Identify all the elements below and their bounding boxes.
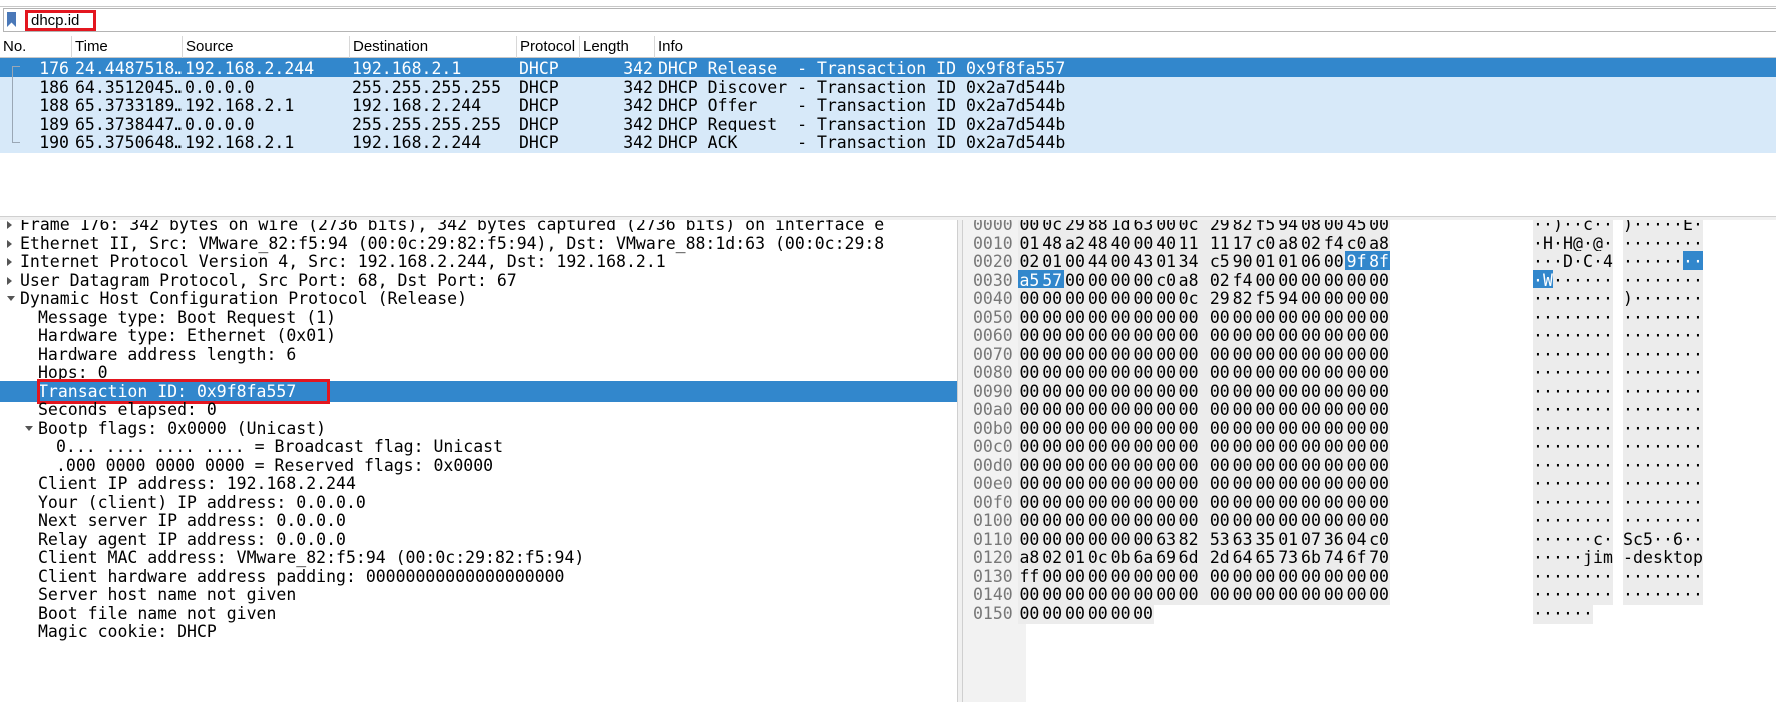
ascii-char[interactable]: · bbox=[1583, 602, 1593, 624]
expand-arrow-right-icon[interactable] bbox=[7, 276, 12, 285]
packet-bytes-pane: 0000 00 0c 29 88 1d 63 00 0c 29 82 f5 94 08 00 45 00 · ·) ·… bbox=[963, 220, 1776, 702]
expand-arrow-down-icon[interactable] bbox=[25, 425, 33, 431]
packet-details-pane: Frame 176: 342 bytes on wire (2736 bits)… bbox=[0, 220, 957, 702]
detail-tree-item[interactable]: Magic cookie: DHCP bbox=[0, 621, 957, 642]
detail-tree-label: Magic cookie: DHCP bbox=[38, 622, 217, 641]
packet-list-pane: No. Time Source Destination Protocol Len… bbox=[0, 36, 1776, 216]
conversation-line bbox=[12, 66, 13, 142]
expand-arrow-down-icon[interactable] bbox=[7, 296, 15, 301]
expand-arrow-right-icon[interactable] bbox=[7, 239, 12, 248]
column-header-no[interactable]: No. bbox=[0, 36, 72, 58]
hex-byte[interactable]: 00 bbox=[1086, 602, 1110, 624]
display-filter-input[interactable]: dhcp.id bbox=[3, 8, 1776, 32]
column-header-source[interactable]: Source bbox=[183, 36, 350, 58]
hex-offset: 0150 bbox=[973, 603, 1013, 623]
ascii-char[interactable]: · bbox=[1553, 602, 1563, 624]
column-header-time[interactable]: Time bbox=[72, 36, 183, 58]
column-header-length[interactable]: Length bbox=[580, 36, 655, 58]
column-header-protocol[interactable]: Protocol bbox=[517, 36, 580, 58]
cell-source: 192.168.2.1 bbox=[185, 133, 295, 152]
hex-byte[interactable]: 00 bbox=[1132, 602, 1154, 624]
cell-time: 65.3750648… bbox=[75, 133, 182, 152]
packet-row[interactable]: 190 65.3750648… 192.168.2.1 192.168.2.244 DH… bbox=[0, 132, 1776, 153]
hex-byte[interactable]: 00 bbox=[1063, 602, 1087, 624]
ascii-char[interactable]: · bbox=[1543, 602, 1553, 624]
cell-length: 342 bbox=[623, 133, 653, 152]
filter-expression[interactable]: dhcp.id bbox=[25, 10, 96, 31]
cell-protocol: DHCP bbox=[519, 133, 559, 152]
packet-list-header: No. Time Source Destination Protocol Len… bbox=[0, 36, 1776, 58]
ascii-char[interactable]: · bbox=[1573, 602, 1583, 624]
toolbar-divider bbox=[0, 6, 1776, 7]
hex-byte[interactable]: 00 bbox=[1040, 602, 1064, 624]
display-filter-toolbar: dhcp.id bbox=[0, 0, 1776, 36]
conversation-line-end bbox=[12, 142, 20, 143]
conversation-line-start bbox=[12, 66, 20, 67]
cell-destination: 192.168.2.244 bbox=[352, 133, 482, 152]
cell-info: DHCP ACK - Transaction ID 0x2a7d544b bbox=[658, 133, 1066, 152]
expand-arrow-right-icon[interactable] bbox=[7, 258, 12, 266]
expand-arrow-right-icon[interactable] bbox=[7, 221, 12, 229]
hex-row: 0150 00 00 00 00 00 00 · · · · · · bbox=[963, 602, 1776, 624]
ascii-char[interactable]: · bbox=[1533, 602, 1543, 624]
ascii-char[interactable]: · bbox=[1563, 602, 1573, 624]
hex-byte[interactable]: 00 bbox=[1109, 602, 1132, 624]
column-header-info[interactable]: Info bbox=[655, 36, 1776, 58]
hex-byte[interactable]: 00 bbox=[1018, 602, 1041, 624]
bookmark-icon[interactable] bbox=[7, 12, 16, 27]
column-header-destination[interactable]: Destination bbox=[350, 36, 517, 58]
cell-no: 190 bbox=[39, 133, 69, 152]
